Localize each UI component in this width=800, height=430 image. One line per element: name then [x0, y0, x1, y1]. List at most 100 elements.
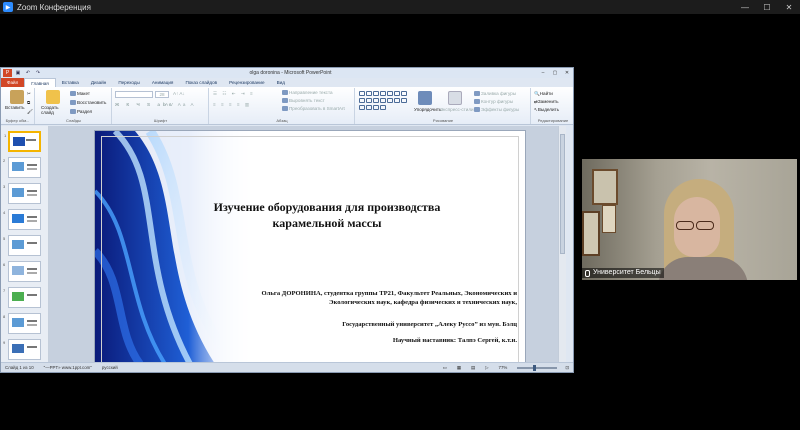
replace-button[interactable]: ⇄Заменить	[534, 99, 559, 105]
participant-video[interactable]: Университет Бельцы	[582, 159, 797, 280]
text-direction-label: Направление текста	[289, 90, 333, 95]
find-button[interactable]: 🔍Найти	[534, 91, 553, 97]
tab-insert[interactable]: Вставка	[56, 78, 85, 87]
shape-outline-icon	[474, 99, 480, 105]
theme-name: "—PPT» www.1ppt.com"	[43, 365, 92, 370]
vertical-scrollbar[interactable]	[558, 126, 566, 363]
video-wall-board	[602, 205, 616, 233]
slide-thumbnail-9[interactable]: 9	[3, 339, 41, 360]
save-icon[interactable]: ▣	[14, 70, 22, 76]
language-indicator[interactable]: русский	[102, 365, 118, 370]
scrollbar-thumb[interactable]	[560, 134, 565, 254]
quick-styles-icon[interactable]	[448, 91, 462, 105]
thumbnail-line	[27, 242, 37, 244]
thumbnail-number: 7	[3, 288, 6, 293]
slide-thumbnail-3[interactable]: 3	[3, 183, 41, 204]
format-painter-icon[interactable]: 🖌	[27, 109, 33, 115]
tab-transitions[interactable]: Переходы	[112, 78, 146, 87]
smartart-button[interactable]: Преобразовать в SmartArt	[282, 106, 345, 112]
slide-frame	[101, 136, 519, 362]
font-group: 28 A↑ A↓ Ж К Ч S abc AV Aa A Шрифт	[113, 88, 209, 124]
thumbnail-art	[12, 344, 24, 353]
ppt-maximize-icon[interactable]: ▢	[549, 70, 561, 76]
slide-title: Изучение оборудования для производства к…	[213, 200, 441, 230]
tab-view[interactable]: Вид	[271, 78, 291, 87]
ppt-titlebar: P ▣ ↶ ↷ olga doronina - Microsoft PowerP…	[1, 68, 573, 78]
shape-effects-icon	[474, 107, 480, 113]
powerpoint-icon: P	[3, 69, 12, 77]
shapes-gallery[interactable]	[359, 91, 411, 112]
text-direction-button[interactable]: Направление текста	[282, 90, 333, 96]
zoom-slider[interactable]	[517, 364, 558, 371]
slide-thumbnail-4[interactable]: 4	[3, 209, 41, 230]
copy-icon[interactable]: ⧉	[27, 100, 30, 105]
select-button[interactable]: ↖Выделить	[534, 107, 559, 113]
align-text-button[interactable]: Выровнять текст	[282, 98, 325, 104]
shape-fill-button[interactable]: Заливка фигуры	[474, 91, 516, 97]
tab-design[interactable]: Дизайн	[85, 78, 112, 87]
ppt-close-icon[interactable]: ✕	[561, 70, 573, 76]
slideshow-view-icon[interactable]: ▷	[485, 365, 488, 371]
thumbnail-line	[27, 320, 37, 322]
thumbnail-number: 6	[3, 262, 6, 267]
quick-styles-button[interactable]: Экспресс-стили	[440, 107, 474, 112]
section-icon	[70, 109, 76, 115]
font-color-buttons[interactable]: AV Aa A	[165, 102, 196, 107]
clipboard-group: Вставить ✂ ⧉ 🖌 Буфер обм...	[1, 88, 35, 124]
thumbnail-line	[27, 168, 37, 170]
cut-icon[interactable]: ✂	[27, 91, 31, 97]
font-name-box[interactable]	[115, 91, 153, 98]
layout-label: Макет	[77, 91, 91, 96]
reset-label: Восстановить	[77, 100, 107, 105]
fit-slide-icon[interactable]: ⊡	[565, 365, 569, 371]
tab-file[interactable]: Файл	[1, 78, 25, 87]
align-buttons[interactable]: ≡ ≡ ≡ ≡ ▥	[213, 102, 251, 108]
thumbnail-number: 9	[3, 340, 6, 345]
arrange-button[interactable]: Упорядочить	[414, 107, 441, 112]
slide-thumbnail-2[interactable]: 2	[3, 157, 41, 178]
paste-icon[interactable]	[10, 90, 24, 104]
arrange-icon[interactable]	[418, 91, 432, 105]
reset-button[interactable]: Восстановить	[70, 100, 107, 106]
close-button[interactable]: ✕	[778, 3, 800, 12]
undo-icon[interactable]: ↶	[24, 70, 32, 76]
font-size-box[interactable]: 28	[155, 91, 169, 98]
list-buttons[interactable]: ☰ ☷ ⇤ ⇥ ≡	[213, 91, 255, 97]
layout-button[interactable]: Макет	[70, 91, 91, 97]
tab-review[interactable]: Рецензирование	[223, 78, 270, 87]
paste-button[interactable]: Вставить	[5, 105, 24, 110]
redo-icon[interactable]: ↷	[34, 70, 42, 76]
ribbon: Вставить ✂ ⧉ 🖌 Буфер обм... Создать слай…	[1, 87, 573, 125]
slide-thumbnail-6[interactable]: 6	[3, 261, 41, 282]
slide-thumbnail-1[interactable]: 1	[4, 131, 41, 152]
shape-effects-button[interactable]: Эффекты фигуры	[474, 107, 519, 113]
tab-home[interactable]: Главная	[24, 77, 56, 88]
slide-thumbnail-8[interactable]: 8	[3, 313, 41, 334]
ribbon-tabs: Файл Главная Вставка Дизайн Переходы Ани…	[1, 77, 573, 88]
section-button[interactable]: Раздел	[70, 109, 92, 115]
status-bar: Слайд 1 из 10 "—PPT» www.1ppt.com" русск…	[1, 362, 573, 372]
shape-outline-button[interactable]: Контур фигуры	[474, 99, 513, 105]
new-slide-icon[interactable]	[46, 90, 60, 104]
zoom-level[interactable]: 77%	[499, 365, 508, 370]
slide-edit-area: Изучение оборудования для производства к…	[49, 126, 566, 363]
reading-view-icon[interactable]: ▤	[471, 365, 475, 371]
minimize-button[interactable]: —	[734, 3, 756, 12]
create-slide-button[interactable]: Создать слайд	[41, 105, 67, 115]
normal-view-icon[interactable]: ▭	[443, 365, 447, 371]
thumbnail-line	[27, 190, 37, 192]
grow-font-icon[interactable]: A↑ A↓	[173, 91, 185, 96]
ppt-minimize-icon[interactable]: –	[537, 70, 549, 76]
slide-thumbnail-5[interactable]: 5	[3, 235, 41, 256]
zoom-slider-knob[interactable]	[533, 364, 537, 371]
tab-animations[interactable]: Анимация	[146, 78, 180, 87]
current-slide[interactable]: Изучение оборудования для производства к…	[94, 130, 526, 363]
slide-thumbnail-7[interactable]: 7	[3, 287, 41, 308]
tab-slideshow[interactable]: Показ слайдов	[179, 78, 223, 87]
drawing-group: Упорядочить Экспресс-стили Заливка фигур…	[356, 88, 531, 124]
ppt-window-title: olga doronina - Microsoft PowerPoint	[249, 70, 332, 76]
slides-group-label: Слайды	[66, 118, 81, 123]
thumbnail-number: 5	[3, 236, 6, 241]
sorter-view-icon[interactable]: ▦	[457, 365, 461, 371]
maximize-button[interactable]: ☐	[756, 3, 778, 12]
